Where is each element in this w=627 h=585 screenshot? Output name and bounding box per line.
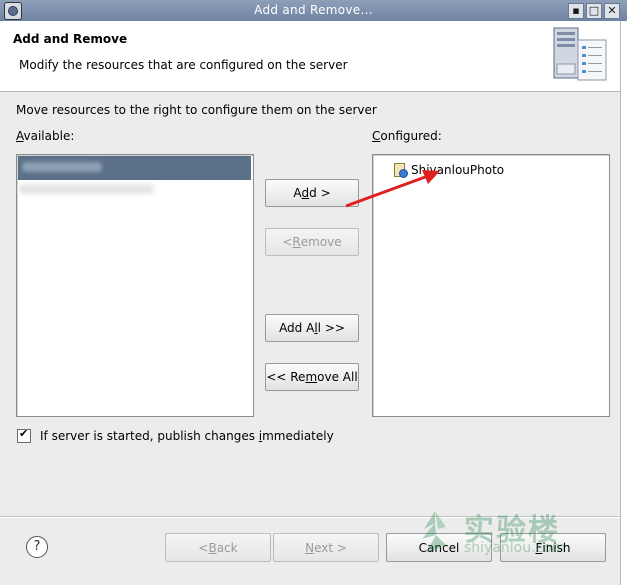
available-label: Available: [16,129,75,143]
configured-item-label: ShiyanlouPhoto [411,163,505,177]
watermark: 实验楼 shiyanlou.com [412,507,582,567]
publish-checkbox[interactable] [17,427,31,443]
watermark-logo-icon [422,511,446,553]
window-title: Add and Remove... [254,3,373,17]
minimize-icon[interactable]: ▪ [568,3,584,19]
web-project-icon [393,163,408,178]
help-icon[interactable]: ? [26,536,48,558]
window-title-bar[interactable]: Add and Remove... ▪ □ ✕ [0,0,627,21]
publish-option[interactable]: If server is started, publish changes im… [17,427,334,443]
available-selected-item[interactable] [18,156,251,180]
configured-label: Configured: [372,129,442,143]
add-all-button[interactable]: Add All >> [265,314,359,342]
publish-label: If server is started, publish changes im… [40,429,334,443]
configured-item[interactable]: ShiyanlouPhoto [393,162,504,178]
close-icon[interactable]: ✕ [604,3,620,19]
instruction-text: Move resources to the right to configure… [16,103,377,117]
background-window-edge [620,21,627,585]
available-list[interactable] [16,154,254,417]
remove-button[interactable]: < Remove [265,228,359,256]
blurred-item-text[interactable] [19,184,154,194]
watermark-en-text: shiyanlou.com [464,540,566,556]
maximize-icon[interactable]: □ [586,3,602,19]
remove-all-button[interactable]: << Re m ove All [265,363,359,391]
blurred-item-text [22,162,102,172]
add-button[interactable]: Add > [265,179,359,207]
dialog-header: Add and Remove Modify the resources that… [0,21,620,92]
server-banner-icon [553,27,607,81]
dialog-description: Modify the resources that are configured… [19,58,348,72]
next-button[interactable]: Next > [273,533,379,562]
back-button[interactable]: < Back [165,533,271,562]
dialog-title: Add and Remove [13,32,128,46]
configured-list[interactable]: ShiyanlouPhoto [372,154,610,417]
